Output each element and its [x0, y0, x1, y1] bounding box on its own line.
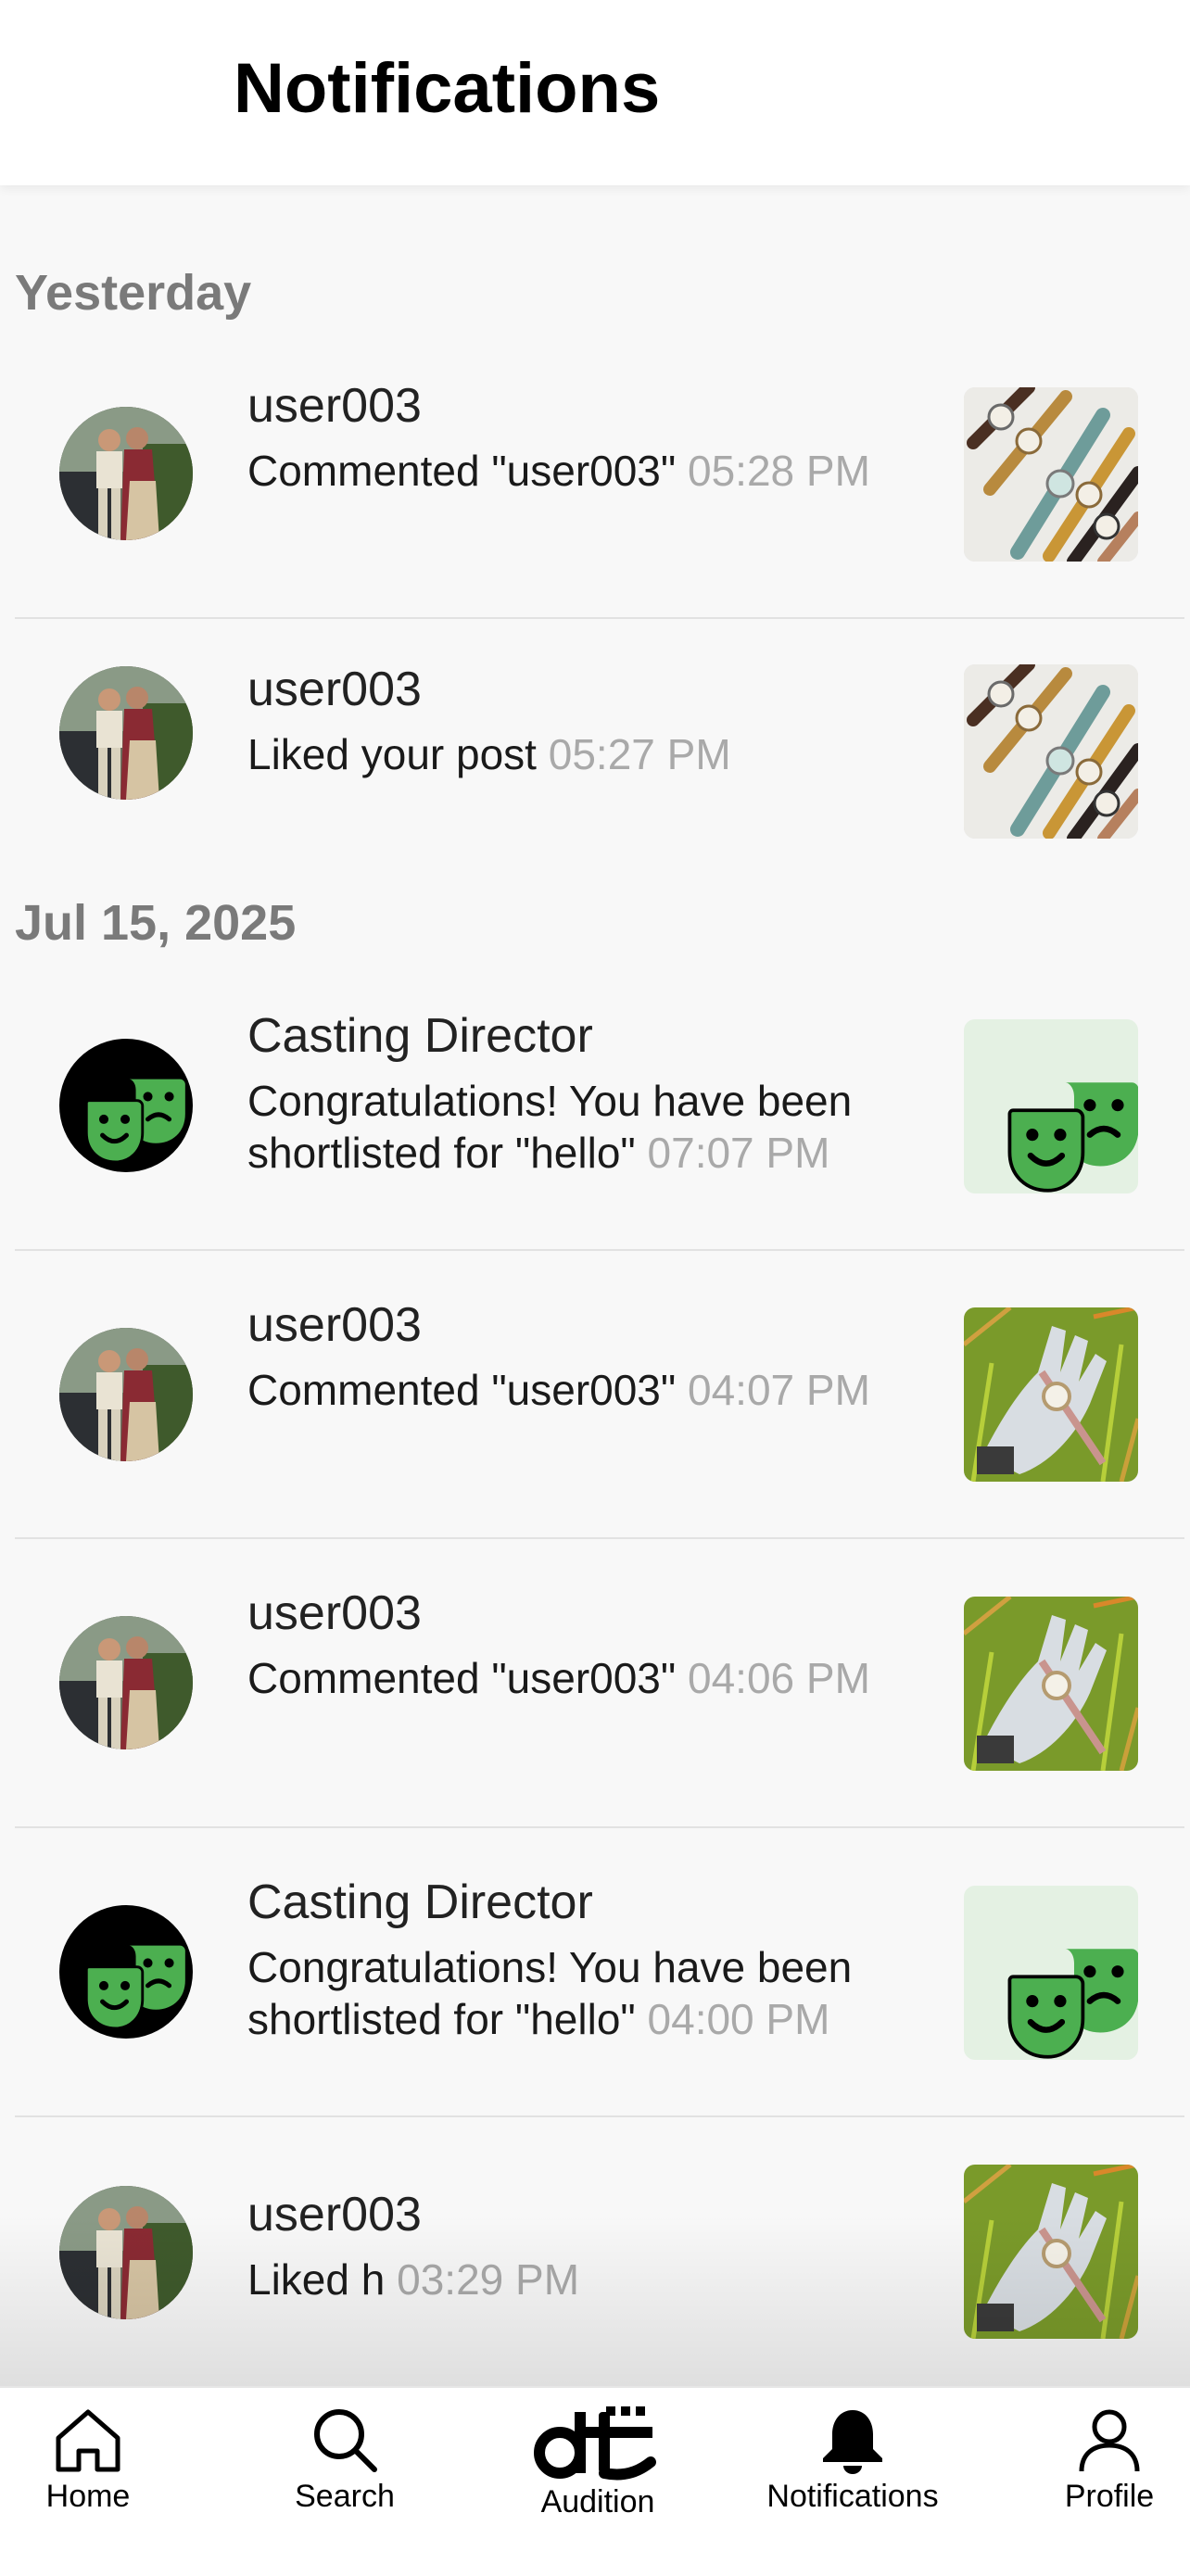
audition-thumbnail[interactable] [964, 1886, 1138, 2060]
notification-time: 04:07 PM [688, 1366, 870, 1414]
notification-username[interactable]: user003 [247, 1585, 933, 1641]
notification-item[interactable]: user003 Commented "user003" 05:28 PM [15, 361, 1184, 619]
notification-username[interactable]: Casting Director [247, 1008, 933, 1064]
casting-director-avatar[interactable] [59, 1039, 193, 1172]
notification-time: 07:07 PM [647, 1129, 830, 1177]
notification-username[interactable]: Casting Director [247, 1875, 933, 1930]
nav-label-audition: Audition [540, 2484, 655, 2519]
nav-label-search: Search [295, 2479, 395, 2514]
user-avatar[interactable] [59, 1616, 193, 1749]
notification-username[interactable]: user003 [247, 2187, 933, 2242]
nav-search[interactable]: Search [280, 2405, 410, 2515]
notification-message: Congratulations! You have been shortlist… [247, 1077, 853, 1177]
notification-time: 04:00 PM [647, 1995, 830, 2043]
nav-label-profile: Profile [1064, 2479, 1155, 2514]
page-title: Notifications [234, 49, 661, 128]
notification-time: 05:28 PM [688, 447, 870, 495]
notification-username[interactable]: user003 [247, 1297, 933, 1353]
theater-masks-icon [59, 1039, 193, 1172]
theater-masks-icon [964, 1019, 1138, 1193]
notification-message: Commented "user003" 04:07 PM [247, 1366, 870, 1414]
search-icon [314, 2409, 377, 2472]
notification-time: 03:29 PM [397, 2255, 580, 2304]
nav-profile[interactable]: Profile [1047, 2405, 1171, 2515]
profile-icon [1079, 2409, 1140, 2472]
notification-item[interactable]: Casting Director Congratulations! You ha… [15, 1828, 1184, 2117]
notification-item[interactable]: user003 Commented "user003" 04:07 PM [15, 1251, 1184, 1539]
notification-item[interactable]: user003 Commented "user003" 04:06 PM [15, 1539, 1184, 1828]
user-avatar[interactable] [59, 407, 193, 540]
notification-time: 04:06 PM [688, 1654, 870, 1702]
theater-masks-icon [59, 1905, 193, 2039]
notification-message: Liked your post 05:27 PM [247, 730, 731, 778]
notification-username[interactable]: user003 [247, 378, 933, 434]
notification-message: Commented "user003" 04:06 PM [247, 1654, 870, 1702]
nav-label-home: Home [45, 2479, 131, 2514]
notification-message: Congratulations! You have been shortlist… [247, 1943, 853, 2043]
notification-item[interactable]: Casting Director Congratulations! You ha… [15, 991, 1184, 1251]
notification-message: Liked h 03:29 PM [247, 2255, 580, 2304]
bell-icon [823, 2410, 882, 2474]
home-icon [56, 2409, 120, 2472]
notification-time: 05:27 PM [548, 730, 731, 778]
nav-home[interactable]: Home [26, 2405, 150, 2515]
section-header-yesterday: Yesterday [15, 265, 252, 321]
theater-masks-icon [964, 1886, 1138, 2060]
audition-thumbnail[interactable] [964, 1019, 1138, 1193]
notification-item[interactable]: user003 Liked your post 05:27 PM [15, 619, 1184, 858]
notification-message: Commented "user003" 05:28 PM [247, 447, 870, 495]
notification-username[interactable]: user003 [247, 662, 933, 717]
bottom-navigation: Home Search Audition Notifications Profi… [0, 2386, 1190, 2576]
post-thumbnail[interactable] [964, 1307, 1138, 1482]
post-thumbnail[interactable] [964, 1597, 1138, 1771]
post-thumbnail[interactable] [964, 2165, 1138, 2339]
app-header: Notifications [0, 0, 1190, 185]
user-avatar[interactable] [59, 1328, 193, 1461]
notification-list[interactable]: Yesterday user003 Commented "user003" 05… [0, 185, 1190, 2386]
notification-item[interactable]: user003 Liked h 03:29 PM [15, 2117, 1184, 2386]
post-thumbnail[interactable] [964, 664, 1138, 839]
nav-notifications[interactable]: Notifications [751, 2405, 955, 2515]
user-avatar[interactable] [59, 2186, 193, 2319]
nav-label-notifications: Notifications [766, 2479, 939, 2514]
dt-logo-icon [534, 2406, 656, 2481]
section-header-date: Jul 15, 2025 [15, 895, 297, 951]
nav-audition[interactable]: Audition [519, 2405, 677, 2520]
user-avatar[interactable] [59, 666, 193, 800]
post-thumbnail[interactable] [964, 387, 1138, 562]
casting-director-avatar[interactable] [59, 1905, 193, 2039]
